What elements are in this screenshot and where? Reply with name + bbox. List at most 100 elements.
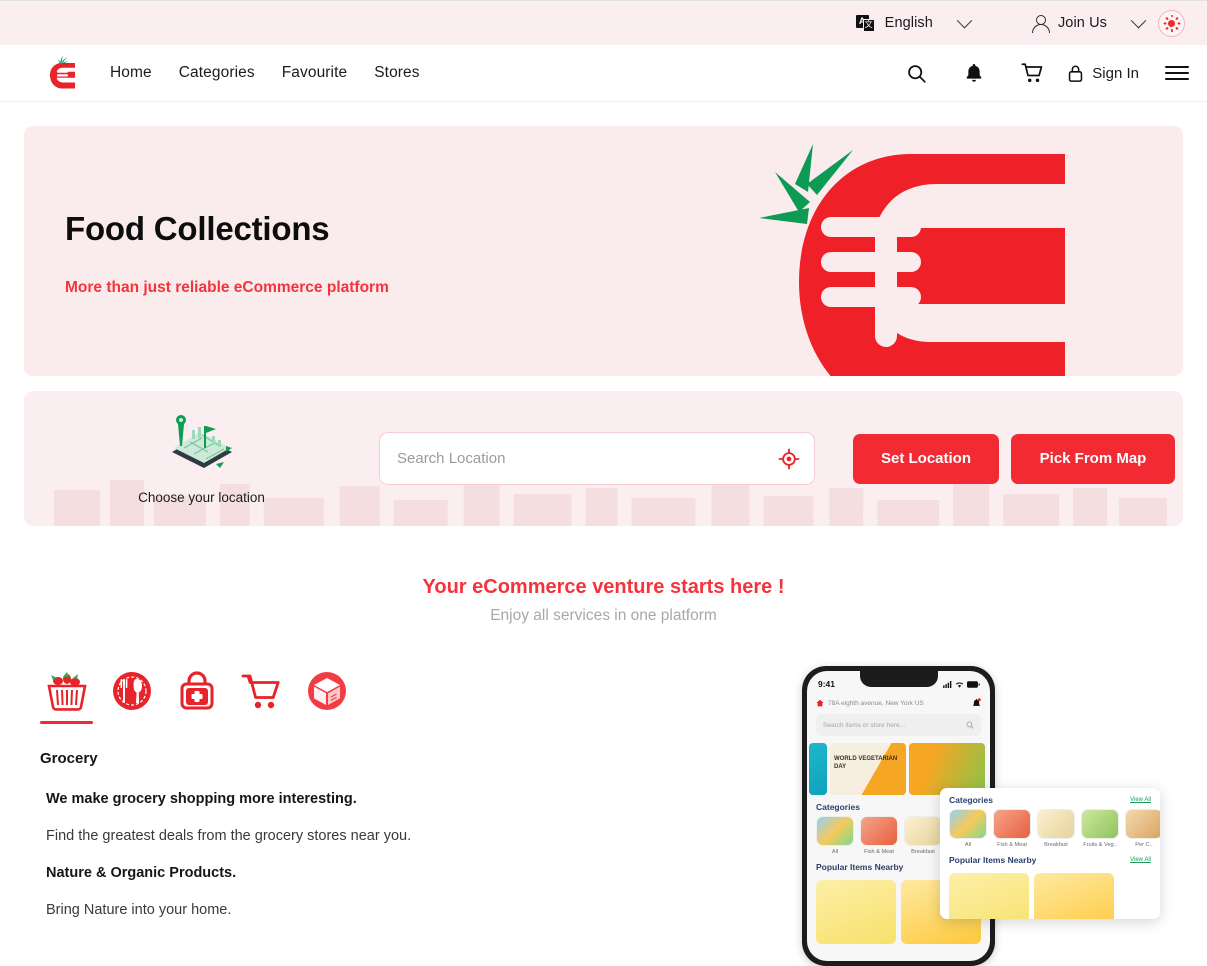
tab-indicator — [170, 721, 223, 724]
status-time: 9:41 — [818, 679, 836, 689]
nav-item-favourite[interactable]: Favourite — [282, 64, 348, 82]
category-thumb-breakfast — [1037, 809, 1075, 839]
service-line-1: We make grocery shopping more interestin… — [46, 791, 357, 807]
translate-icon: A 文 — [855, 14, 875, 32]
service-tab-parcel[interactable] — [300, 667, 353, 724]
popular-item-card — [1034, 873, 1114, 919]
category-thumb-fish-meat — [860, 816, 898, 846]
phone-category-label: All — [831, 849, 839, 855]
tablet-popular-view-all[interactable]: View All — [1130, 857, 1151, 863]
tablet-category-label: Fish & Meat — [997, 842, 1027, 848]
category-thumb-fruits-veg — [1081, 809, 1119, 839]
phone-notification-icon — [973, 698, 981, 706]
person-icon — [1031, 14, 1050, 33]
join-us-menu[interactable]: Join Us — [1031, 1, 1147, 45]
tab-indicator — [105, 721, 158, 724]
notification-bell-icon[interactable] — [945, 62, 1003, 84]
category-thumb-all — [949, 809, 987, 839]
phone-search-field: Search items or store here... — [816, 714, 981, 736]
nav-item-categories[interactable]: Categories — [179, 64, 255, 82]
hero-text-block: Food Collections More than just reliable… — [65, 210, 389, 297]
phone-category-label: Fish & Meat — [864, 849, 894, 855]
language-label: English — [884, 15, 933, 31]
lock-icon — [1069, 65, 1083, 82]
site-logo[interactable] — [46, 53, 82, 93]
category-thumb-fish-meat — [993, 809, 1031, 839]
tablet-mockup: Categories View All All Fish & Meat Brea… — [940, 788, 1160, 919]
tablet-category-cell: All — [949, 809, 987, 848]
promo-banner-title: WORLD VEGETARIAN DAY — [834, 756, 898, 770]
parcel-box-icon — [307, 672, 346, 710]
search-icon[interactable] — [887, 63, 945, 84]
sign-in-button[interactable]: Sign In — [1067, 64, 1139, 83]
set-location-button[interactable]: Set Location — [853, 433, 999, 484]
grocery-basket-icon — [46, 672, 87, 711]
category-thumb-breakfast — [904, 816, 942, 846]
language-selector[interactable]: A 文 English — [855, 1, 973, 45]
shopping-cart-icon[interactable] — [1003, 62, 1061, 84]
tablet-category-label: Fruits & Veg.. — [1083, 842, 1117, 848]
phone-notch — [859, 671, 938, 687]
service-tab-food[interactable] — [105, 667, 158, 724]
tablet-category-cell: Fish & Meat — [993, 809, 1031, 848]
chevron-down-icon[interactable] — [956, 12, 973, 28]
phone-search-placeholder: Search items or store here... — [823, 721, 906, 729]
phone-address-text: 78A eighth avenue, New York US — [828, 699, 924, 707]
active-tab-indicator — [40, 721, 93, 724]
app-mockup-illustration: 9:41 78A eighth avenue, New York US Sear… — [797, 666, 1197, 966]
join-us-label: Join Us — [1057, 15, 1107, 31]
pharmacy-bag-icon — [180, 671, 213, 710]
tagline-block: Your eCommerce venture starts here ! Enj… — [0, 576, 1207, 625]
service-tab-shop[interactable] — [235, 667, 288, 724]
nav-item-home[interactable]: Home — [110, 64, 152, 82]
services-left-column: Grocery We make grocery shopping more in… — [40, 667, 800, 939]
hero-logo-watermark — [725, 132, 1105, 376]
wifi-icon — [955, 681, 964, 688]
tab-indicator — [300, 721, 353, 724]
phone-address-row: 78A eighth avenue, New York US — [807, 693, 990, 712]
search-location-input[interactable] — [397, 450, 778, 467]
tablet-categories-view-all[interactable]: View All — [1130, 797, 1151, 803]
hero-banner: Food Collections More than just reliable… — [24, 126, 1183, 376]
service-description: We make grocery shopping more interestin… — [40, 791, 800, 918]
phone-categories-title: Categories — [816, 802, 860, 812]
phone-category-cell: All — [816, 816, 854, 855]
theme-toggle-button[interactable] — [1158, 9, 1185, 37]
gps-target-icon[interactable] — [778, 448, 800, 470]
phone-popular-title: Popular Items Nearby — [816, 862, 904, 872]
tablet-category-cell: Per C.. — [1125, 809, 1160, 848]
tablet-category-cell: Fruits & Veg.. — [1081, 809, 1119, 848]
primary-nav: Home Categories Favourite Stores — [110, 64, 420, 82]
pick-from-map-button[interactable]: Pick From Map — [1011, 433, 1175, 484]
tablet-category-row: All Fish & Meat Breakfast Fruits & Veg..… — [940, 809, 1160, 848]
home-icon — [816, 699, 824, 707]
signal-icon — [943, 680, 952, 688]
promo-banner-2: WORLD VEGETARIAN DAY — [830, 743, 906, 795]
top-utility-bar: A 文 English Join Us — [0, 0, 1207, 45]
restaurant-plate-icon — [112, 672, 151, 710]
tablet-category-cell: Breakfast — [1037, 809, 1075, 848]
phone-category-cell: Breakfast — [904, 816, 942, 855]
hero-subtitle: More than just reliable eCommerce platfo… — [65, 279, 389, 296]
service-tab-grocery[interactable] — [40, 667, 93, 724]
location-search-box[interactable] — [379, 432, 815, 485]
sign-in-label: Sign In — [1092, 64, 1139, 82]
tablet-popular-items-row — [940, 869, 1160, 919]
tablet-categories-title: Categories — [949, 795, 993, 805]
nav-item-stores[interactable]: Stores — [374, 64, 419, 82]
service-line-4: Bring Nature into your home. — [46, 902, 232, 918]
battery-icon — [967, 680, 980, 688]
popular-item-card — [816, 880, 896, 944]
hamburger-menu-icon[interactable] — [1165, 62, 1189, 84]
shopping-cart-icon — [241, 674, 280, 709]
tablet-categories-header: Categories View All — [940, 788, 1160, 809]
main-header: Home Categories Favourite Stores Sign In — [0, 45, 1207, 102]
chevron-down-icon[interactable] — [1130, 12, 1147, 28]
tablet-category-label: All — [964, 842, 972, 848]
header-actions: Sign In — [887, 62, 1189, 84]
tablet-popular-title: Popular Items Nearby — [949, 855, 1037, 865]
hero-title: Food Collections — [65, 210, 330, 247]
service-line-2: Find the greatest deals from the grocery… — [46, 828, 412, 844]
service-tab-pharmacy[interactable] — [170, 667, 223, 724]
active-service-title: Grocery — [40, 750, 98, 767]
